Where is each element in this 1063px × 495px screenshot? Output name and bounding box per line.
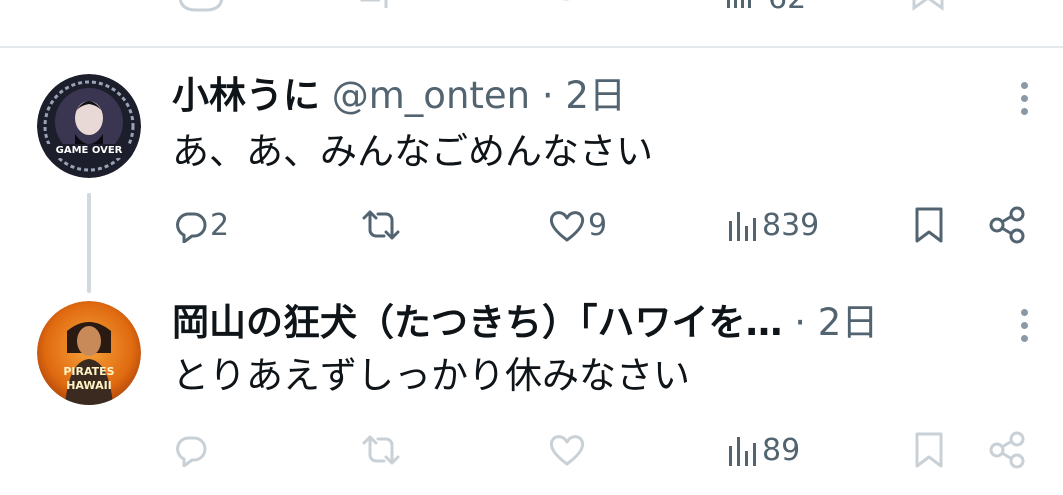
- thread-connector-line: [87, 193, 91, 293]
- bookmark-button[interactable]: [912, 431, 946, 469]
- reply-button[interactable]: 2: [174, 208, 229, 244]
- like-button[interactable]: [548, 433, 588, 467]
- game-over-avatar-icon: [37, 74, 141, 178]
- display-name[interactable]: 岡山の狂犬（たつきち）「ハワイを…: [172, 301, 783, 344]
- more-options-icon[interactable]: [1018, 309, 1030, 349]
- separator-dot: ·: [541, 74, 554, 117]
- previous-actions-icons: [178, 0, 944, 12]
- tweet-thread: 62 GAME OVER 小林うに @m_onten · 2日 あ、あ、みんなご…: [0, 0, 1063, 495]
- like-count: 9: [588, 208, 608, 243]
- retweet-icon: [362, 210, 400, 240]
- like-button[interactable]: 9: [548, 208, 607, 244]
- views-chart-icon: [729, 212, 756, 241]
- views-count: 89: [762, 433, 801, 468]
- share-button[interactable]: [988, 431, 1026, 469]
- avatar-caption-bottom: HAWAII: [66, 379, 112, 392]
- retweet-button[interactable]: [360, 208, 404, 242]
- reply-icon: [176, 212, 207, 243]
- bookmark-icon: [915, 207, 943, 243]
- tweet-text: とりあえずしっかり休みなさい: [172, 354, 690, 397]
- views-button[interactable]: 839: [726, 208, 819, 244]
- reply-button[interactable]: [174, 433, 210, 467]
- heart-icon: [549, 435, 585, 466]
- views-button[interactable]: 89: [726, 433, 800, 469]
- heart-icon: [549, 211, 585, 242]
- bookmark-button[interactable]: [912, 206, 946, 244]
- user-handle[interactable]: @m_onten: [332, 74, 530, 117]
- display-name[interactable]: 小林うに: [172, 74, 320, 117]
- more-options-icon[interactable]: [1018, 82, 1030, 122]
- tweet-divider: [0, 46, 1063, 48]
- avatar[interactable]: PIRATES HAWAII: [37, 301, 141, 405]
- avatar-caption: GAME OVER: [55, 145, 123, 156]
- timestamp[interactable]: 2日: [565, 74, 626, 117]
- views-count: 839: [762, 208, 820, 243]
- share-button[interactable]: [988, 206, 1026, 244]
- tweet-text: あ、あ、みんなごめんなさい: [172, 130, 653, 173]
- reply-count: 2: [210, 208, 230, 243]
- avatar-caption-top: PIRATES: [63, 365, 115, 378]
- retweet-icon: [362, 435, 400, 465]
- bookmark-icon: [915, 432, 943, 468]
- share-icon: [989, 431, 1025, 469]
- tweet-header: 岡山の狂犬（たつきち）「ハワイを… · 2日: [172, 301, 878, 345]
- previous-tweet-action-bar: 62: [0, 0, 1063, 18]
- views-chart-icon: [729, 437, 756, 466]
- separator-dot: ·: [794, 301, 807, 344]
- avatar[interactable]: GAME OVER: [37, 74, 141, 178]
- reply-icon: [176, 436, 207, 467]
- retweet-button[interactable]: [360, 433, 404, 467]
- tweet-header: 小林うに @m_onten · 2日: [172, 74, 626, 118]
- share-icon: [989, 206, 1025, 244]
- previous-views-count: 62: [768, 0, 806, 14]
- timestamp[interactable]: 2日: [818, 301, 879, 344]
